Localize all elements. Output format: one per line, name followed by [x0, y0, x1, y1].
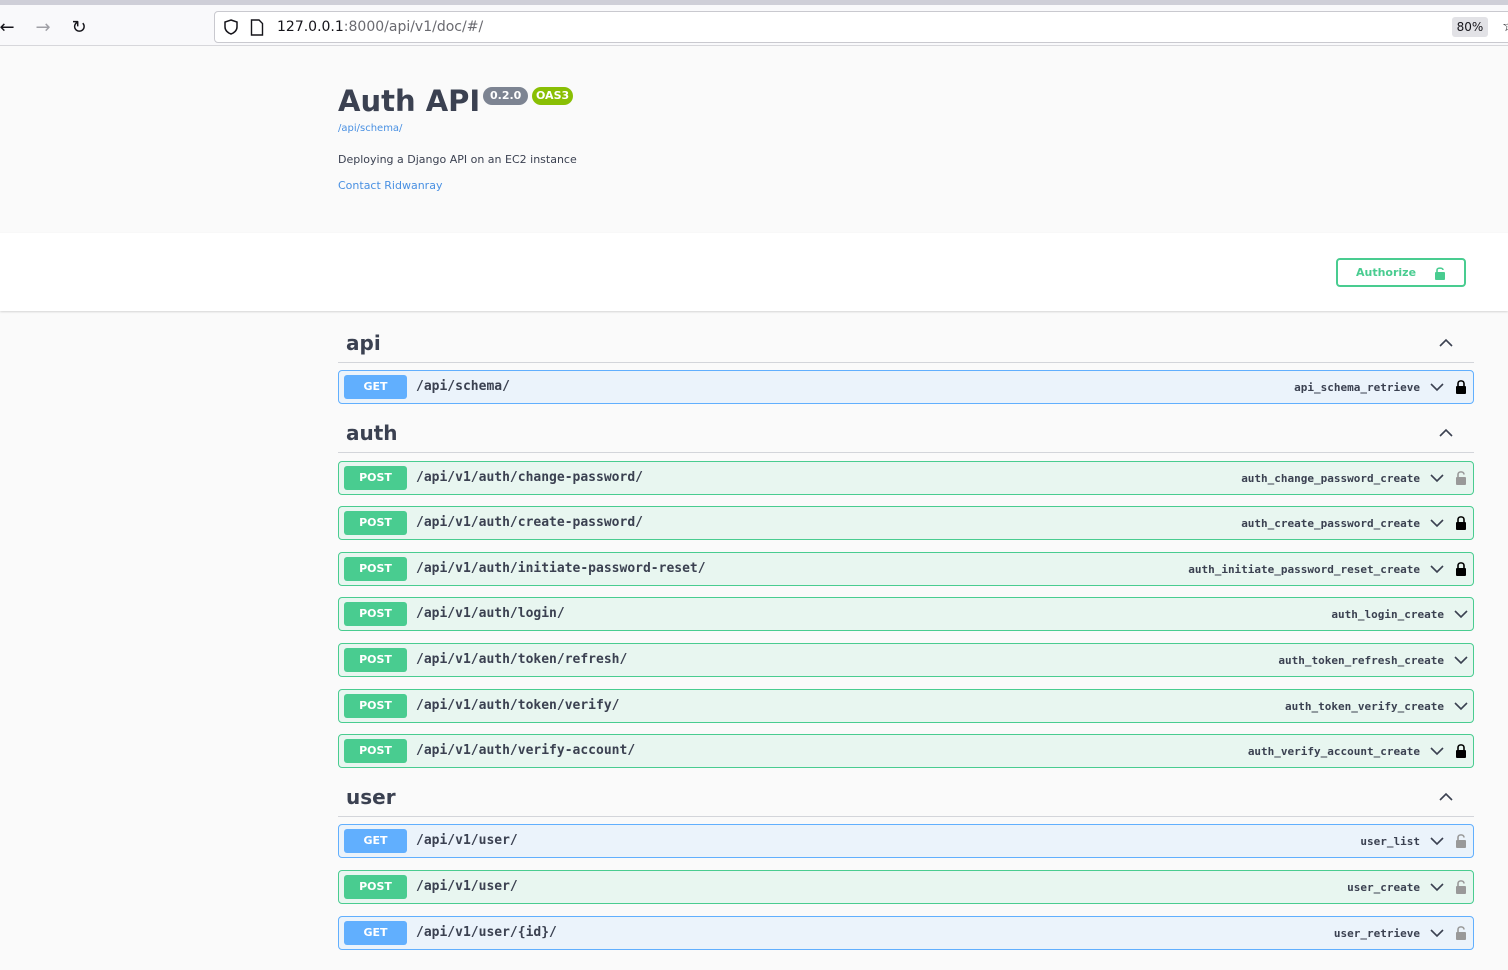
arrow-right-icon: →	[35, 16, 51, 38]
lock-icon[interactable]	[1455, 561, 1467, 577]
operation-row[interactable]: POST/api/v1/auth/verify-account/auth_ver…	[338, 734, 1474, 768]
url-bar[interactable]: 127.0.0.1:8000/api/v1/doc/#/ 80% ☆	[214, 11, 1508, 43]
method-badge: POST	[344, 466, 407, 490]
operation-id: auth_token_verify_create	[1285, 700, 1444, 713]
chevron-down-icon[interactable]	[1454, 655, 1468, 665]
authorize-label: Authorize	[1356, 266, 1417, 279]
operation-id: auth_create_password_create	[1241, 517, 1420, 530]
operation-path: /api/v1/auth/verify-account/	[416, 743, 636, 758]
chevron-down-icon[interactable]	[1430, 382, 1444, 392]
unlock-icon[interactable]	[1455, 925, 1467, 941]
reload-icon: ↻	[71, 16, 87, 38]
chevron-up-icon[interactable]	[1438, 337, 1454, 347]
method-badge: POST	[344, 694, 407, 718]
tag-name: user	[346, 785, 396, 809]
lock-icon[interactable]	[1455, 743, 1467, 759]
chevron-down-icon[interactable]	[1430, 473, 1444, 483]
lock-icon[interactable]	[1455, 515, 1467, 531]
chevron-down-icon[interactable]	[1454, 609, 1468, 619]
operation-id: auth_token_refresh_create	[1278, 654, 1444, 667]
operation-path: /api/v1/auth/login/	[416, 606, 565, 621]
operation-row[interactable]: POST/api/v1/auth/login/auth_login_create	[338, 597, 1474, 631]
method-badge: POST	[344, 875, 407, 899]
operation-row[interactable]: POST/api/v1/auth/token/refresh/auth_toke…	[338, 643, 1474, 677]
lock-icon[interactable]	[1455, 379, 1467, 395]
operation-path: /api/v1/auth/create-password/	[416, 515, 643, 530]
operation-id: auth_change_password_create	[1241, 472, 1420, 485]
chevron-down-icon[interactable]	[1430, 746, 1444, 756]
chevron-down-icon[interactable]	[1430, 518, 1444, 528]
tag-name: auth	[346, 421, 398, 445]
scheme-container: Authorize	[0, 233, 1508, 311]
chevron-up-icon[interactable]	[1438, 791, 1454, 801]
api-description: Deploying a Django API on an EC2 instanc…	[338, 153, 577, 166]
authorize-button[interactable]: Authorize	[1336, 258, 1466, 287]
operation-id: user_list	[1360, 835, 1420, 848]
operation-row[interactable]: GET/api/v1/user/user_list	[338, 824, 1474, 858]
operation-path: /api/schema/	[416, 379, 510, 394]
zoom-indicator[interactable]: 80%	[1452, 17, 1488, 37]
operation-path: /api/v1/auth/token/refresh/	[416, 652, 628, 667]
info-section: Auth API 0.2.0 OAS3 /api/schema/ Deployi…	[0, 46, 1508, 233]
back-button[interactable]: ←	[0, 16, 18, 38]
operation-row[interactable]: GET/api/schema/api_schema_retrieve	[338, 370, 1474, 404]
unlock-icon[interactable]	[1455, 879, 1467, 895]
method-badge: GET	[344, 921, 407, 945]
unlock-icon[interactable]	[1455, 470, 1467, 486]
operation-id: user_create	[1347, 881, 1420, 894]
url-text[interactable]: 127.0.0.1:8000/api/v1/doc/#/	[277, 19, 483, 35]
operation-id: auth_login_create	[1331, 608, 1444, 621]
method-badge: POST	[344, 739, 407, 763]
forward-button[interactable]: →	[32, 16, 54, 38]
shield-icon[interactable]	[223, 19, 239, 35]
operation-id: auth_verify_account_create	[1247, 745, 1420, 758]
operation-path: /api/v1/auth/change-password/	[416, 470, 643, 485]
arrow-left-icon: ←	[0, 16, 15, 38]
schema-link[interactable]: /api/schema/	[338, 123, 402, 134]
tag-name: api	[346, 331, 381, 355]
operation-path: /api/v1/auth/initiate-password-reset/	[416, 561, 706, 576]
tag-section-api[interactable]: api	[338, 327, 1474, 363]
unlock-icon	[1435, 267, 1445, 280]
bookmark-star-icon[interactable]: ☆	[1502, 16, 1508, 35]
method-badge: POST	[344, 511, 407, 535]
page-icon[interactable]	[250, 19, 264, 36]
chevron-down-icon[interactable]	[1430, 564, 1444, 574]
page-title: Auth API	[338, 84, 481, 118]
operation-path: /api/v1/user/	[416, 833, 518, 848]
chevron-down-icon[interactable]	[1454, 701, 1468, 711]
chevron-down-icon[interactable]	[1430, 928, 1444, 938]
chevron-up-icon[interactable]	[1438, 427, 1454, 437]
operation-row[interactable]: POST/api/v1/auth/initiate-password-reset…	[338, 552, 1474, 586]
operation-row[interactable]: GET/api/v1/user/{id}/ user_retrieve	[338, 916, 1474, 950]
version-badge: 0.2.0	[483, 87, 529, 105]
browser-toolbar: ← → ↻ 127.0.0.1:8000/api/v1/doc/#/ 80% ☆	[0, 0, 1508, 46]
operation-path: /api/v1/user/{id}/	[416, 925, 557, 940]
url-path: :8000/api/v1/doc/#/	[343, 19, 484, 35]
tag-section-auth[interactable]: auth	[338, 417, 1474, 453]
operation-row[interactable]: POST/api/v1/user/user_create	[338, 870, 1474, 904]
method-badge: POST	[344, 602, 407, 626]
operation-row[interactable]: POST/api/v1/auth/change-password/auth_ch…	[338, 461, 1474, 495]
reload-button[interactable]: ↻	[68, 16, 90, 38]
operation-path: /api/v1/user/	[416, 879, 518, 894]
unlock-icon[interactable]	[1455, 833, 1467, 849]
operation-id: auth_initiate_password_reset_create	[1188, 563, 1420, 576]
operation-id: api_schema_retrieve	[1294, 381, 1420, 394]
operation-row[interactable]: POST/api/v1/auth/token/verify/auth_token…	[338, 689, 1474, 723]
operation-path: /api/v1/auth/token/verify/	[416, 698, 620, 713]
chevron-down-icon[interactable]	[1430, 836, 1444, 846]
oas-badge: OAS3	[532, 87, 574, 105]
method-badge: POST	[344, 648, 407, 672]
method-badge: POST	[344, 557, 407, 581]
operation-id: user_retrieve	[1333, 927, 1420, 940]
chevron-down-icon[interactable]	[1430, 882, 1444, 892]
method-badge: GET	[344, 375, 407, 399]
contact-link[interactable]: Contact Ridwanray	[338, 179, 442, 192]
tag-section-user[interactable]: user	[338, 781, 1474, 817]
operation-row[interactable]: POST/api/v1/auth/create-password/auth_cr…	[338, 506, 1474, 540]
method-badge: GET	[344, 829, 407, 853]
url-host: 127.0.0.1	[277, 19, 344, 35]
